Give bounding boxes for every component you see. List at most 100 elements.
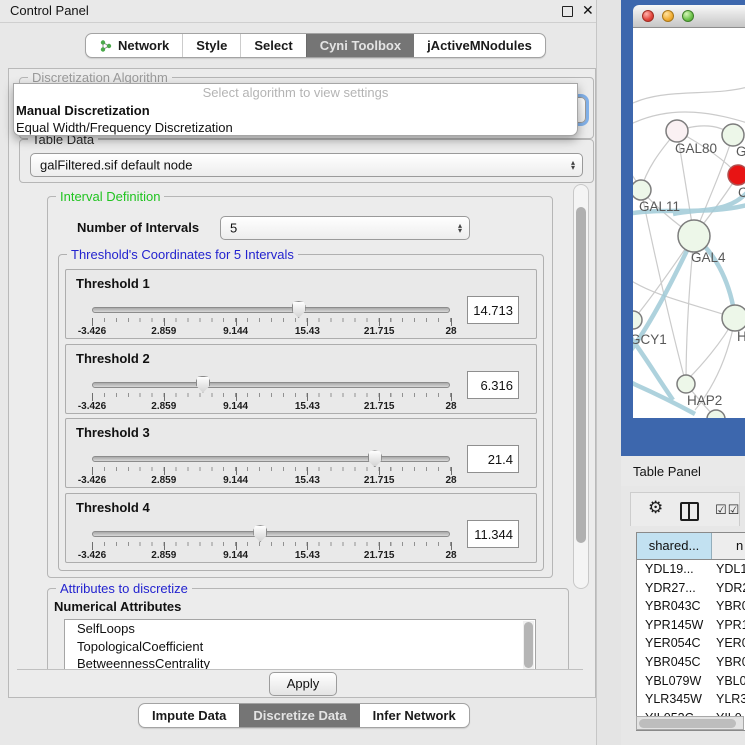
node-hap2[interactable] [677,375,695,393]
control-panel-title: Control Panel [10,3,89,18]
tab-select[interactable]: Select [240,34,305,57]
node-gcy1[interactable] [633,311,642,329]
panel-vertical-scrollbar[interactable] [573,184,589,589]
node-label-partial-g: G [736,144,745,159]
dropdown-item[interactable]: Equal Width/Frequency Discretization [14,119,577,136]
table-row[interactable]: YBR043C YBR0 [637,597,745,616]
attributes-scrollbar[interactable] [523,621,534,670]
float-window-icon[interactable] [562,6,573,17]
checked-checkboxes-icon[interactable]: ☑☑ [715,502,740,518]
panel-divider [597,0,621,745]
tab-cyni-toolbox[interactable]: Cyni Toolbox [306,34,414,57]
bottom-tab-impute-data[interactable]: Impute Data [139,704,239,727]
threshold-slider[interactable] [92,382,450,389]
cell-shared-name: YPR145W [637,616,711,635]
bottom-tab-discretize-data[interactable]: Discretize Data [239,704,359,727]
cyni-toolbox-panel: Discretization Algorithm ▴▾ Select algor… [8,68,596,698]
close-traffic-light-icon[interactable] [642,10,654,22]
control-panel-tabs: Network Style Select Cyni Toolbox jActiv… [85,33,546,58]
gear-icon[interactable]: ⚙ [648,498,663,518]
node-gal4[interactable] [678,220,710,252]
attribute-item[interactable]: BetweennessCentrality [65,655,535,670]
slider-thumb-icon[interactable] [292,301,306,318]
network-graph: GAL80 G C GAL11 GAL4 H GCY1 HAP2 [633,28,745,418]
threshold-value-field[interactable]: 6.316 [467,371,519,399]
attributes-viewport: Attributes to discretize Numerical Attri… [17,574,583,670]
table-data-combobox[interactable]: galFiltered.sif default node ▴▾ [30,153,583,177]
column-header-shared-name[interactable]: shared... [637,533,712,559]
number-of-intervals-value: 5 [230,221,237,236]
tick-label: 21.715 [364,475,395,486]
attribute-item[interactable]: SelfLoops [65,620,535,638]
slider-minor-ticks [92,393,451,401]
dropdown-item[interactable]: Select algorithm to view settings [14,84,577,102]
panel-scrollbar-thumb[interactable] [576,207,586,543]
apply-button[interactable]: Apply [269,672,337,696]
number-of-intervals-combobox[interactable]: 5 ▴▾ [220,216,470,240]
bottom-tab-infer-network[interactable]: Infer Network [360,704,469,727]
table-panel-titlebar: Table Panel [621,456,745,486]
node-red-selected[interactable] [728,165,745,185]
close-icon[interactable]: ✕ [582,2,594,19]
interval-definition-label: Interval Definition [56,189,164,204]
slider-thumb-icon[interactable] [196,376,210,393]
attributes-scrollbar-thumb[interactable] [524,622,533,668]
tab-label: Select [254,38,292,53]
threshold-value-field[interactable]: 14.713 [467,296,519,324]
table-panel-toolbar: ⚙ ☑☑ [630,492,740,526]
network-view-window[interactable]: GAL80 G C GAL11 GAL4 H GCY1 HAP2 [633,5,745,418]
threshold-value-field[interactable]: 11.344 [467,520,519,548]
node-partial-g[interactable] [722,124,744,146]
table-rows: YDL19... YDL1 YDR27... YDR2 YBR043C YBR0… [637,560,745,727]
slider-groove [92,307,450,313]
node-gal11[interactable] [633,180,651,200]
cyni-bottom-tabs: Impute Data Discretize Data Infer Networ… [138,703,470,728]
node-table[interactable]: shared... n YDL19... YDL1 YDR27... YDR2 … [636,532,745,731]
threshold-slider[interactable] [92,531,450,538]
tick-label: 15.43 [295,550,320,561]
table-hscrollbar-thumb[interactable] [639,719,736,728]
tab-network[interactable]: Network [86,34,182,57]
cell-name: YLR3 [711,690,745,709]
minimize-traffic-light-icon[interactable] [662,10,674,22]
node-gal80[interactable] [666,120,688,142]
network-canvas[interactable]: GAL80 G C GAL11 GAL4 H GCY1 HAP2 [633,28,745,418]
slider-tick-labels: -3.4262.8599.14415.4321.71528 [92,401,451,413]
tab-jactivemnodules[interactable]: jActiveMNodules [414,34,545,57]
tick-label: 15.43 [295,401,320,412]
table-row[interactable]: YER054C YER0 [637,634,745,653]
tick-label: 9.144 [223,326,248,337]
stepper-arrows-icon: ▴▾ [571,160,575,170]
node-label-hap2: HAP2 [687,393,722,408]
tab-style[interactable]: Style [182,34,240,57]
table-row[interactable]: YPR145W YPR1 [637,616,745,635]
split-columns-icon[interactable] [680,502,699,521]
table-row[interactable]: YBL079W YBL0 [637,672,745,691]
cell-shared-name: YER054C [637,634,711,653]
network-window-titlebar[interactable] [633,5,745,28]
tick-label: -3.426 [78,550,106,561]
numerical-attributes-list[interactable]: SelfLoopsTopologicalCoefficientBetweenne… [64,619,536,670]
slider-thumb-icon[interactable] [368,450,382,467]
threshold-panel: Threshold 2 -3.4262.8599.14415.4321.7152… [65,344,537,414]
zoom-traffic-light-icon[interactable] [682,10,694,22]
column-header-name[interactable]: n [712,533,745,559]
dropdown-item[interactable]: Manual Discretization [14,102,577,120]
slider-thumb-icon[interactable] [253,525,267,542]
table-row[interactable]: YBR045C YBR0 [637,653,745,672]
table-horizontal-scrollbar[interactable] [636,716,744,730]
node-label-gcy1: GCY1 [633,332,667,347]
table-row[interactable]: YDL19... YDL1 [637,560,745,579]
tick-label: -3.426 [78,401,106,412]
attribute-item[interactable]: TopologicalCoefficient [65,638,535,656]
attribute-items: SelfLoopsTopologicalCoefficientBetweenne… [65,620,535,670]
table-row[interactable]: YLR345W YLR3 [637,690,745,709]
table-row[interactable]: YDR27... YDR2 [637,579,745,598]
threshold-value-field[interactable]: 21.4 [467,445,519,473]
interval-definition-group: Interval Definition Number of Intervals … [47,196,553,578]
node-partial-h[interactable] [722,305,745,331]
threshold-slider[interactable] [92,307,450,314]
threshold-slider[interactable] [92,456,450,463]
thresholds-coordinates-label: Threshold's Coordinates for 5 Intervals [67,247,298,262]
slider-tick-labels: -3.4262.8599.14415.4321.71528 [92,326,451,338]
